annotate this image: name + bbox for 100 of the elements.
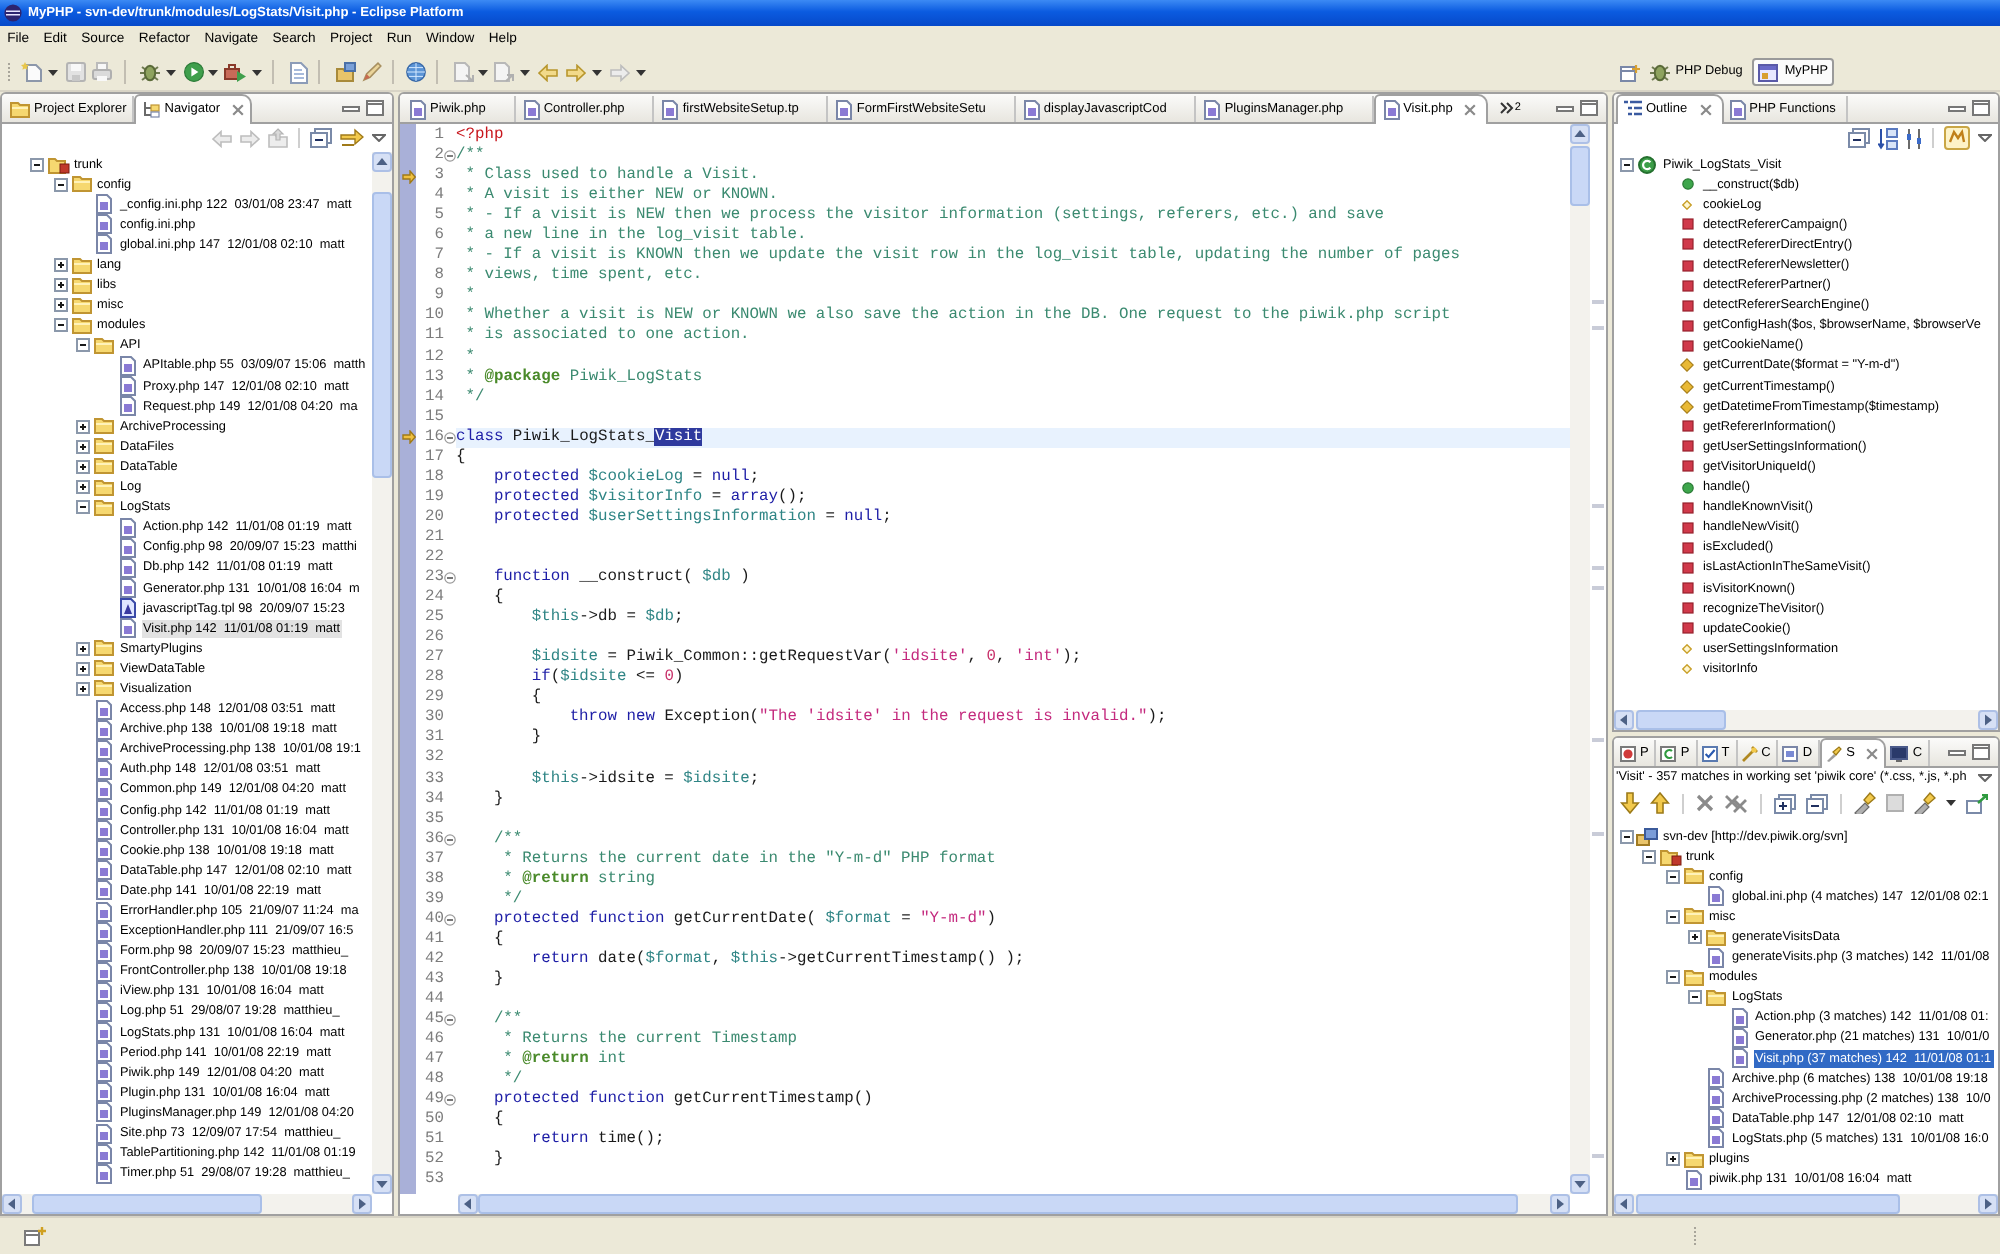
square-icon	[1681, 521, 1693, 534]
play-icon[interactable]	[184, 62, 204, 82]
php-file-icon	[1204, 99, 1221, 119]
collapse-icon[interactable]	[1619, 829, 1633, 844]
ring-box-icon	[1660, 745, 1677, 761]
close-icon[interactable]	[1464, 103, 1477, 115]
maximize-icon[interactable]	[1972, 100, 1990, 116]
collapse-icon[interactable]	[76, 500, 90, 515]
collapse-icon[interactable]	[1619, 157, 1633, 172]
caret-icon[interactable]	[166, 69, 176, 75]
php-file-icon	[523, 99, 540, 119]
grip-icon[interactable]	[6, 61, 12, 83]
square-icon	[1681, 259, 1693, 272]
horizontal-scrollbar[interactable]	[1614, 710, 1998, 730]
close-icon[interactable]	[1866, 747, 1879, 759]
scrollbar-thumb[interactable]	[1636, 1194, 1900, 1214]
grip-icon[interactable]	[1692, 1225, 1698, 1247]
globe-icon[interactable]	[406, 62, 426, 82]
expand-icon[interactable]	[1688, 930, 1702, 945]
down-arrow-icon[interactable]	[1620, 792, 1640, 814]
caret-icon[interactable]	[478, 69, 488, 75]
scrollbar-thumb[interactable]	[1570, 146, 1590, 206]
expand-icon[interactable]	[76, 681, 90, 696]
caret-icon[interactable]	[592, 69, 602, 75]
flashlight-icon[interactable]	[1914, 792, 1936, 814]
caret-icon[interactable]	[1946, 800, 1956, 806]
expand-icon[interactable]	[1665, 1152, 1679, 1167]
folder-icon	[71, 297, 91, 314]
scrollbar-thumb[interactable]	[32, 1194, 262, 1214]
toolbox-icon[interactable]	[224, 62, 246, 82]
vertical-scrollbar[interactable]	[1570, 124, 1590, 1194]
expand-all-icon[interactable]	[1774, 793, 1796, 813]
caret-icon[interactable]	[48, 69, 58, 75]
expand-icon[interactable]	[76, 459, 90, 474]
collapse-icon[interactable]	[1665, 869, 1679, 884]
square-icon	[1681, 622, 1693, 635]
folder-box-icon[interactable]	[336, 62, 356, 82]
pencil-icon[interactable]	[362, 62, 382, 82]
close-icon[interactable]	[1699, 103, 1712, 115]
flashlight-icon[interactable]	[1854, 792, 1876, 814]
collapse-icon[interactable]	[53, 177, 67, 192]
expand-icon[interactable]	[53, 298, 67, 313]
expand-icon[interactable]	[76, 661, 90, 676]
minimize-icon[interactable]	[1948, 105, 1966, 111]
expand-icon[interactable]	[76, 439, 90, 454]
expand-icon[interactable]	[53, 278, 67, 293]
scrollbar-thumb[interactable]	[372, 192, 392, 478]
slider-icon[interactable]	[1906, 127, 1922, 149]
document-icon[interactable]	[290, 61, 308, 83]
collapse-icon[interactable]	[53, 318, 67, 333]
bug-icon[interactable]	[140, 62, 160, 82]
expand-icon[interactable]	[76, 480, 90, 495]
vertical-scrollbar[interactable]	[372, 152, 392, 1194]
caret-icon[interactable]	[520, 69, 530, 75]
maximize-icon[interactable]	[1972, 744, 1990, 760]
view-menu-icon[interactable]	[1978, 774, 1992, 782]
view-menu-icon[interactable]	[1978, 134, 1992, 142]
php-file-icon	[662, 99, 679, 119]
folder-icon	[10, 101, 30, 117]
folder-icon	[94, 438, 114, 455]
collapse-icon[interactable]	[30, 157, 44, 172]
expand-icon[interactable]	[76, 419, 90, 434]
maximize-icon[interactable]	[1580, 100, 1598, 116]
collapse-icon[interactable]	[1665, 909, 1679, 924]
collapse-all-icon[interactable]	[1848, 128, 1870, 148]
template-file-icon	[119, 598, 135, 619]
collapse-icon[interactable]	[76, 338, 90, 353]
zigzag-icon[interactable]	[1944, 126, 1970, 150]
sort-icon[interactable]	[1878, 127, 1898, 149]
minimize-icon[interactable]	[1948, 749, 1966, 755]
expand-icon[interactable]	[76, 641, 90, 656]
right-arrow-icon[interactable]	[340, 127, 364, 149]
collapse-icon[interactable]	[1688, 990, 1702, 1005]
chevron-icon[interactable]	[1500, 102, 1515, 114]
window-plus-icon[interactable]	[24, 1226, 46, 1246]
horizontal-scrollbar[interactable]	[1614, 1194, 1998, 1214]
maximize-icon[interactable]	[366, 100, 384, 116]
circle-icon	[1681, 481, 1693, 494]
square-icon	[1681, 602, 1693, 615]
minimize-icon[interactable]	[342, 105, 360, 111]
close-icon[interactable]	[232, 103, 245, 115]
scrollbar-thumb[interactable]	[1636, 710, 1726, 730]
caret-icon[interactable]	[252, 69, 262, 75]
up-arrow-icon[interactable]	[1650, 792, 1670, 814]
collapse-icon[interactable]	[1642, 849, 1656, 864]
caret-icon[interactable]	[636, 69, 646, 75]
expand-icon[interactable]	[53, 258, 67, 273]
collapse-all-icon[interactable]	[1806, 793, 1828, 813]
collapse-all-icon[interactable]	[310, 128, 332, 148]
minimize-icon[interactable]	[1556, 105, 1574, 111]
flashlight-icon	[1826, 745, 1843, 761]
window-plus-icon[interactable]	[1619, 63, 1640, 81]
remove-icon[interactable]	[1696, 794, 1714, 812]
view-menu-icon[interactable]	[372, 134, 386, 142]
remove-all-icon[interactable]	[1724, 793, 1748, 813]
collapse-icon[interactable]	[1665, 970, 1679, 985]
horizontal-scrollbar[interactable]	[2, 1194, 372, 1214]
folder-icon	[1683, 908, 1703, 925]
caret-icon[interactable]	[208, 69, 218, 75]
php-file-icon	[1708, 886, 1724, 907]
